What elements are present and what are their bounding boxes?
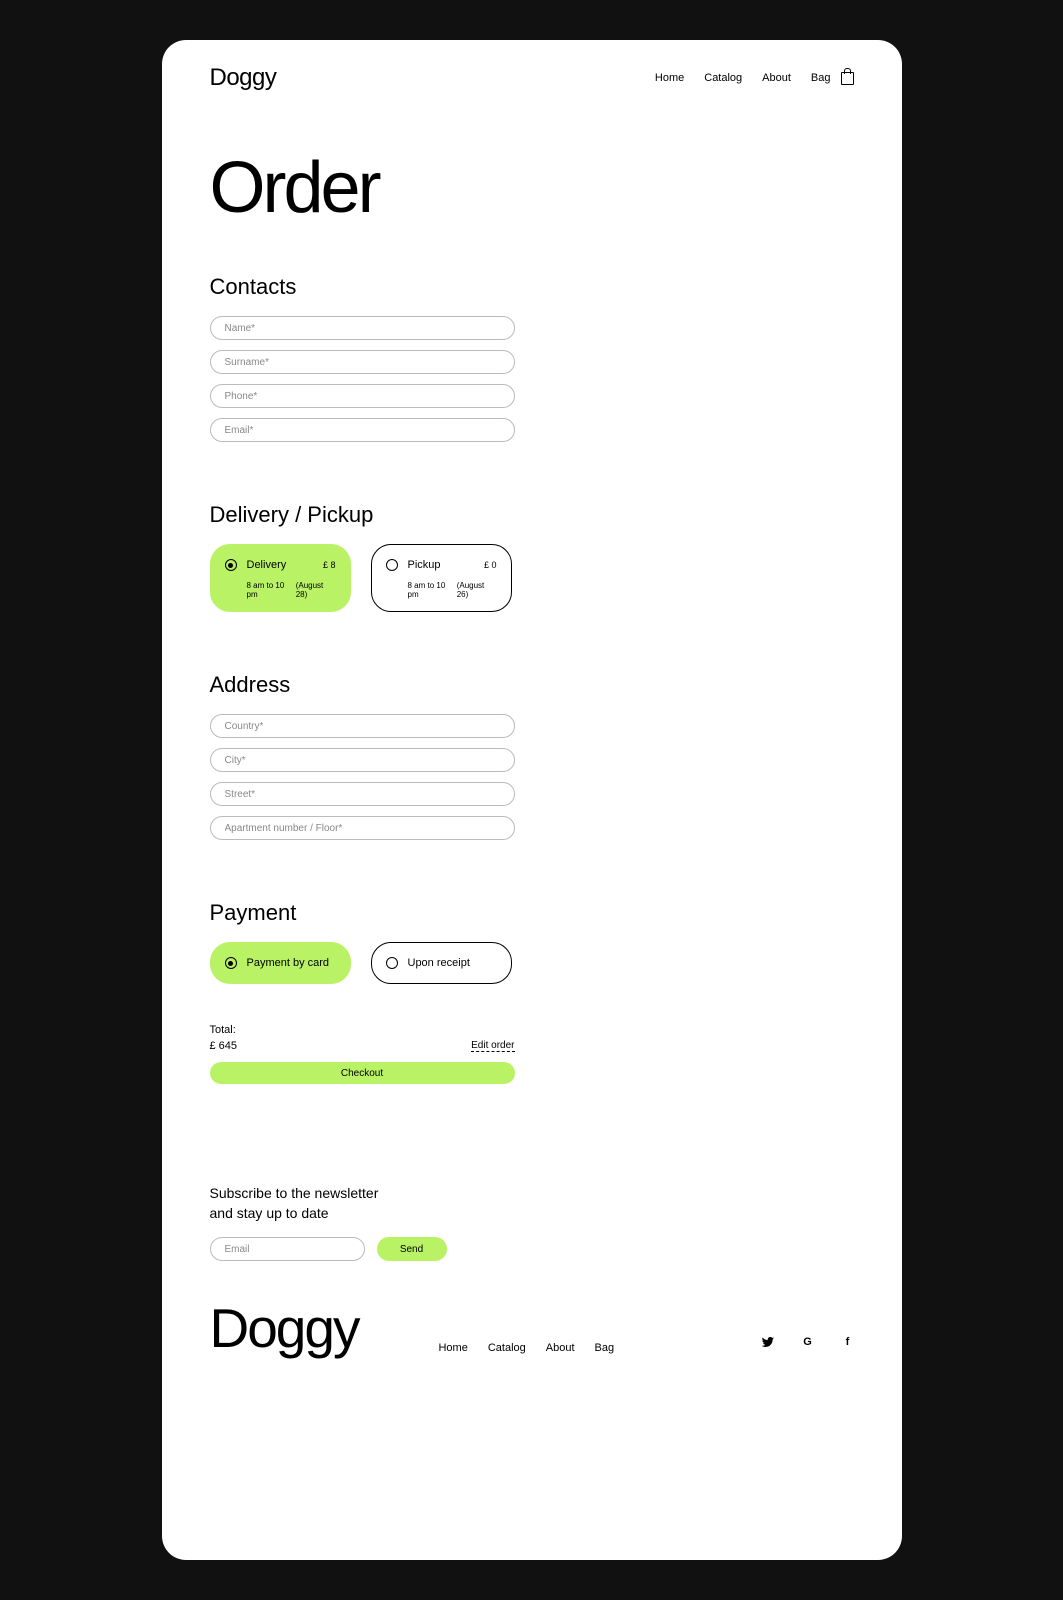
twitter-icon[interactable] bbox=[762, 1336, 774, 1348]
header: Doggy Home Catalog About Bag bbox=[210, 64, 854, 92]
option-label: Pickup bbox=[408, 559, 474, 571]
street-field[interactable] bbox=[210, 782, 515, 806]
contacts-title: Contacts bbox=[210, 274, 854, 300]
total-label: Total: bbox=[210, 1024, 515, 1036]
email-field[interactable] bbox=[210, 418, 515, 442]
google-icon[interactable]: G bbox=[802, 1336, 814, 1348]
send-button[interactable]: Send bbox=[377, 1237, 447, 1261]
address-section: Address bbox=[210, 672, 854, 840]
option-label: Payment by card bbox=[247, 957, 336, 969]
delivery-title: Delivery / Pickup bbox=[210, 502, 854, 528]
nav-home[interactable]: Home bbox=[655, 72, 684, 84]
radio-icon bbox=[225, 957, 237, 969]
footer-nav-bag[interactable]: Bag bbox=[595, 1342, 615, 1354]
surname-field[interactable] bbox=[210, 350, 515, 374]
delivery-options: Delivery £ 8 8 am to 10 pm (August 28) P… bbox=[210, 544, 854, 612]
social-icons: G f bbox=[762, 1336, 854, 1356]
footer-logo: Doggy bbox=[210, 1301, 359, 1356]
delivery-section: Delivery / Pickup Delivery £ 8 8 am to 1… bbox=[210, 502, 854, 612]
footer-nav-home[interactable]: Home bbox=[438, 1342, 467, 1354]
nav-catalog[interactable]: Catalog bbox=[704, 72, 742, 84]
option-label: Upon receipt bbox=[408, 957, 497, 969]
newsletter-email-field[interactable] bbox=[210, 1237, 365, 1261]
payment-title: Payment bbox=[210, 900, 854, 926]
order-page: Doggy Home Catalog About Bag Order Conta… bbox=[162, 40, 902, 1560]
bag-icon[interactable] bbox=[841, 72, 854, 85]
checkout-button[interactable]: Checkout bbox=[210, 1062, 515, 1084]
payment-receipt-option[interactable]: Upon receipt bbox=[371, 942, 512, 984]
delivery-option[interactable]: Delivery £ 8 8 am to 10 pm (August 28) bbox=[210, 544, 351, 612]
page-title: Order bbox=[210, 152, 854, 224]
option-hours: 8 am to 10 pm bbox=[247, 581, 296, 599]
apartment-field[interactable] bbox=[210, 816, 515, 840]
logo: Doggy bbox=[210, 64, 277, 92]
option-price: £ 0 bbox=[484, 560, 497, 570]
radio-icon bbox=[386, 957, 398, 969]
footer-nav-about[interactable]: About bbox=[546, 1342, 575, 1354]
country-field[interactable] bbox=[210, 714, 515, 738]
contacts-section: Contacts bbox=[210, 274, 854, 442]
pickup-option[interactable]: Pickup £ 0 8 am to 10 pm (August 26) bbox=[371, 544, 512, 612]
total-amount: £ 645 bbox=[210, 1040, 238, 1052]
option-hours: 8 am to 10 pm bbox=[408, 581, 457, 599]
payment-card-option[interactable]: Payment by card bbox=[210, 942, 351, 984]
name-field[interactable] bbox=[210, 316, 515, 340]
newsletter-title: Subscribe to the newsletter and stay up … bbox=[210, 1184, 854, 1223]
edit-order-link[interactable]: Edit order bbox=[471, 1040, 514, 1052]
total-section: Total: £ 645 Edit order Checkout bbox=[210, 1024, 515, 1084]
city-field[interactable] bbox=[210, 748, 515, 772]
option-date: (August 26) bbox=[457, 581, 497, 599]
option-price: £ 8 bbox=[323, 560, 336, 570]
payment-section: Payment Payment by card Upon receipt bbox=[210, 900, 854, 984]
phone-field[interactable] bbox=[210, 384, 515, 408]
top-nav: Home Catalog About Bag bbox=[655, 72, 854, 85]
nav-bag[interactable]: Bag bbox=[811, 72, 831, 84]
nav-about[interactable]: About bbox=[762, 72, 791, 84]
footer-nav-catalog[interactable]: Catalog bbox=[488, 1342, 526, 1354]
payment-options: Payment by card Upon receipt bbox=[210, 942, 854, 984]
footer: Doggy Home Catalog About Bag G f bbox=[210, 1301, 854, 1356]
option-label: Delivery bbox=[247, 559, 313, 571]
address-title: Address bbox=[210, 672, 854, 698]
option-date: (August 28) bbox=[296, 581, 336, 599]
newsletter-section: Subscribe to the newsletter and stay up … bbox=[210, 1184, 854, 1261]
facebook-icon[interactable]: f bbox=[842, 1336, 854, 1348]
radio-icon bbox=[225, 559, 237, 571]
footer-nav: Home Catalog About Bag bbox=[438, 1342, 614, 1356]
radio-icon bbox=[386, 559, 398, 571]
